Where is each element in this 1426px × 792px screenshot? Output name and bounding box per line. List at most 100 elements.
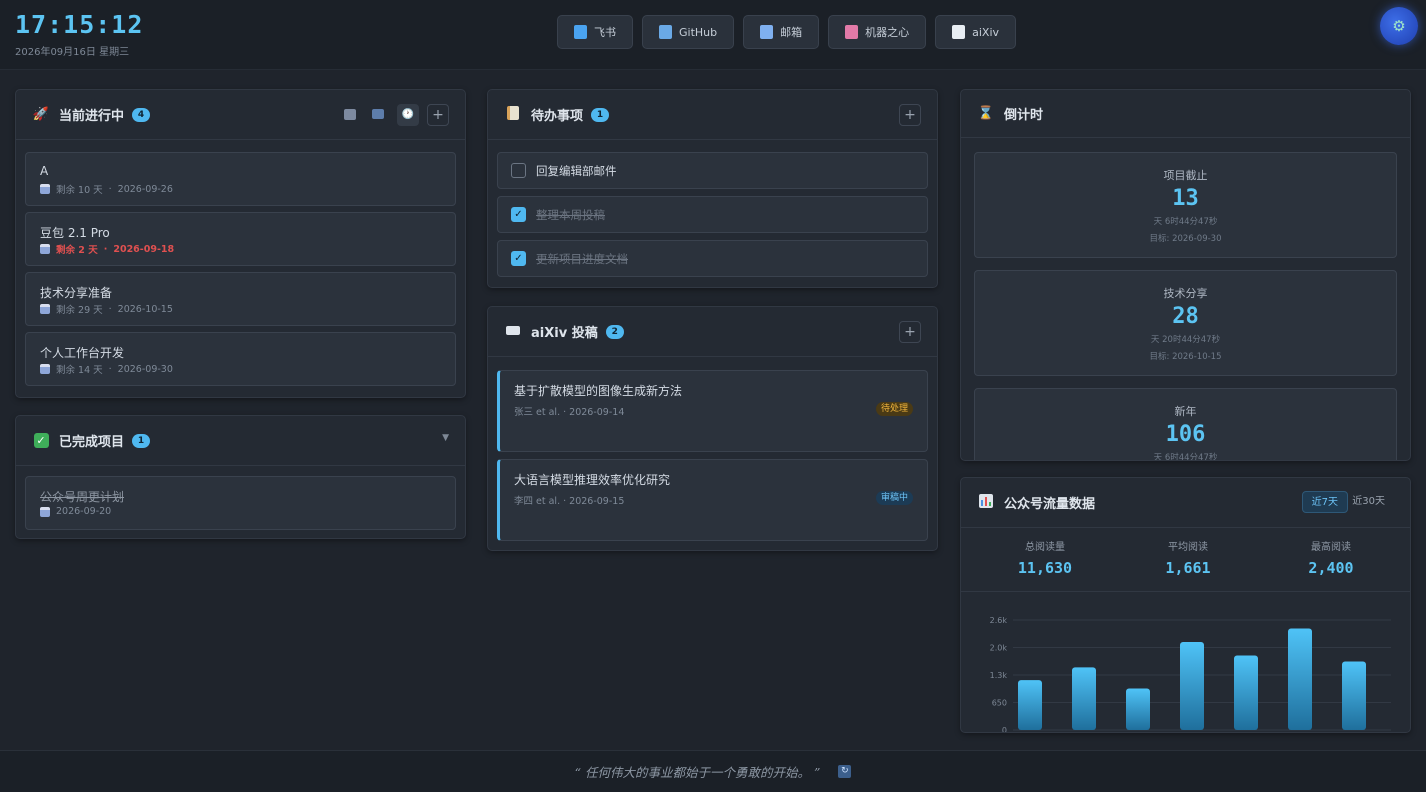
quick-link-0[interactable]: 飞书	[557, 15, 633, 49]
quick-link-4[interactable]: aiXiv	[935, 15, 1017, 49]
bar-day-4[interactable]	[1180, 642, 1204, 730]
traffic-stat: 最高阅读 2,400	[1261, 538, 1401, 577]
calendar-view-button[interactable]	[339, 104, 361, 126]
quick-link-label: 飞书	[594, 26, 616, 39]
robot-icon	[845, 25, 859, 39]
paper-title: 基于扩散模型的图像生成新方法	[514, 384, 683, 398]
due-date: 2026-09-26	[117, 183, 173, 195]
countdown-card: ⌛ 倒计时 项目截止 13 天 6时44分47秒 目标: 2026-09-30 技术分享…	[960, 89, 1411, 461]
quick-link-label: aiXiv	[972, 25, 1000, 39]
card-title: 已完成项目	[59, 435, 125, 450]
project-title: 豆包 2.1 Pro	[40, 226, 110, 240]
rocket-icon: 🚀	[32, 107, 50, 122]
status-badge: 待处理	[875, 402, 913, 416]
todo-checkbox[interactable]: ✓	[511, 207, 526, 222]
countdown-detail: 天 6时44分47秒	[1153, 453, 1218, 461]
quick-link-2[interactable]: 邮箱	[743, 15, 820, 49]
countdown-days: 28	[1172, 304, 1199, 329]
calendar-icon	[40, 304, 50, 314]
image-icon	[372, 109, 384, 119]
days-remaining: 剩余 10 天	[56, 185, 103, 196]
tab-30-days[interactable]: 近30天	[1343, 491, 1394, 513]
mail-icon	[760, 25, 774, 39]
project-meta: 剩余 10 天 · 2026-09-26	[40, 182, 173, 196]
footer-bar: “ 任何伟大的事业都始于一个勇敢的开始。 ” ↻	[0, 750, 1426, 792]
project-item[interactable]: A 剩余 10 天 · 2026-09-26	[25, 152, 456, 206]
countdown-item: 项目截止 13 天 6时44分47秒 目标: 2026-09-30	[974, 152, 1397, 258]
paper-item[interactable]: 基于扩散模型的图像生成新方法 张三 et al. · 2026-09-14 待处理	[497, 370, 928, 452]
gear-icon: ⚙	[1392, 17, 1406, 35]
days-remaining: 剩余 14 天	[56, 365, 103, 376]
quick-links: 飞书 GitHub 邮箱 机器之心 aiXiv	[557, 15, 1017, 49]
card-title: 公众号流量数据	[1004, 497, 1096, 512]
feishu-icon	[574, 25, 587, 39]
clock-icon: 🕐	[401, 109, 415, 120]
add-todo-button[interactable]: +	[899, 104, 921, 126]
tab-7-days[interactable]: 近7天	[1301, 491, 1348, 513]
timeline-view-button[interactable]: 🕐	[397, 104, 419, 126]
project-meta: 剩余 14 天 · 2026-09-30	[40, 362, 173, 376]
countdown-detail: 天 6时44分47秒	[1153, 217, 1218, 227]
count-badge: 2	[605, 324, 624, 339]
traffic-header: 公众号流量数据 近7天 近30天	[961, 478, 1410, 528]
top-bar: 17:15:12 2026年09月16日 星期三 飞书 GitHub 邮箱 机器之心 a…	[0, 0, 1426, 70]
add-paper-button[interactable]: +	[899, 321, 921, 343]
bar-day-6[interactable]	[1288, 628, 1312, 730]
daily-quote: “ 任何伟大的事业都始于一个勇敢的开始。 ”	[574, 765, 821, 780]
settings-button[interactable]: ⚙	[1380, 7, 1418, 45]
countdown-item: 技术分享 28 天 20时44分47秒 目标: 2026-10-15	[974, 270, 1397, 376]
refresh-icon: ↻	[841, 766, 849, 776]
divider	[961, 591, 1410, 592]
project-item[interactable]: 豆包 2.1 Pro 剩余 2 天 · 2026-09-18	[25, 212, 456, 266]
stat-label: 最高阅读	[1311, 542, 1351, 553]
completed-date: 2026-09-20	[56, 506, 112, 517]
quick-link-1[interactable]: GitHub	[642, 15, 735, 49]
bar-day-1[interactable]	[1018, 680, 1042, 730]
todo-item: ✓ 更新项目进度文档	[497, 240, 928, 277]
bar-day-7[interactable]	[1342, 661, 1366, 730]
y-tick-label: 2.6k	[990, 616, 1008, 625]
days-remaining: 剩余 2 天	[56, 245, 98, 256]
project-title: A	[40, 164, 49, 178]
bar-day-3[interactable]	[1126, 688, 1150, 730]
separator: ·	[108, 363, 112, 375]
stat-label: 平均阅读	[1168, 542, 1208, 553]
calendar-icon	[344, 108, 356, 120]
aixiv-header: aiXiv 投稿 2 +	[488, 307, 937, 357]
traffic-stat: 平均阅读 1,661	[1118, 538, 1258, 577]
todo-text: 整理本周投稿	[536, 207, 605, 222]
completed-projects-header[interactable]: ✓ 已完成项目 1 ▼	[16, 416, 465, 466]
countdown-item: 新年 106 天 6时44分47秒	[974, 388, 1397, 461]
todo-checkbox[interactable]	[511, 163, 526, 178]
quick-link-3[interactable]: 机器之心	[828, 15, 927, 49]
completed-item[interactable]: 公众号周更计划 2026-09-20	[25, 476, 456, 530]
hourglass-icon: ⌛	[977, 106, 995, 121]
project-title: 技术分享准备	[40, 286, 113, 300]
project-item[interactable]: 技术分享准备剩余 29 天 · 2026-10-15	[25, 272, 456, 326]
stat-value: 1,661	[1165, 559, 1211, 577]
bar-day-5[interactable]	[1234, 655, 1258, 730]
refresh-quote-button[interactable]: ↻	[838, 765, 852, 778]
current-projects-card: 🚀 当前进行中 4 🕐 + A 剩余 10 天 · 2026-09-26 豆包 2.1 …	[15, 89, 466, 398]
quick-link-label: GitHub	[679, 25, 718, 39]
countdown-detail: 天 20时44分47秒	[1150, 335, 1221, 345]
project-item[interactable]: 个人工作台开发 剩余 14 天 · 2026-09-30	[25, 332, 456, 386]
todo-checkbox[interactable]: ✓	[511, 251, 526, 266]
days-remaining: 剩余 29 天	[56, 305, 103, 316]
todo-header: 待办事项 1 +	[488, 90, 937, 140]
bar-day-2[interactable]	[1072, 667, 1096, 730]
calendar-icon	[40, 506, 50, 517]
countdown-days: 106	[1165, 422, 1206, 447]
card-title: 待办事项	[531, 109, 584, 124]
due-date: 2026-09-18	[113, 243, 175, 255]
card-title: 当前进行中	[59, 109, 125, 124]
add-project-button[interactable]: +	[427, 104, 449, 126]
y-tick-label: 1.3k	[990, 671, 1008, 680]
paper-meta: 张三 et al. · 2026-09-14	[514, 407, 625, 418]
project-meta: 剩余 29 天 · 2026-10-15	[40, 302, 173, 316]
y-tick-label: 650	[992, 699, 1007, 708]
traffic-bar-chart: 0 650 1.3k 2.0k 2.6k	[990, 616, 1391, 732]
chevron-down-icon[interactable]: ▼	[442, 433, 449, 443]
board-view-button[interactable]	[367, 104, 389, 126]
paper-item[interactable]: 大语言模型推理效率优化研究 李四 et al. · 2026-09-15 审稿中	[497, 459, 928, 541]
